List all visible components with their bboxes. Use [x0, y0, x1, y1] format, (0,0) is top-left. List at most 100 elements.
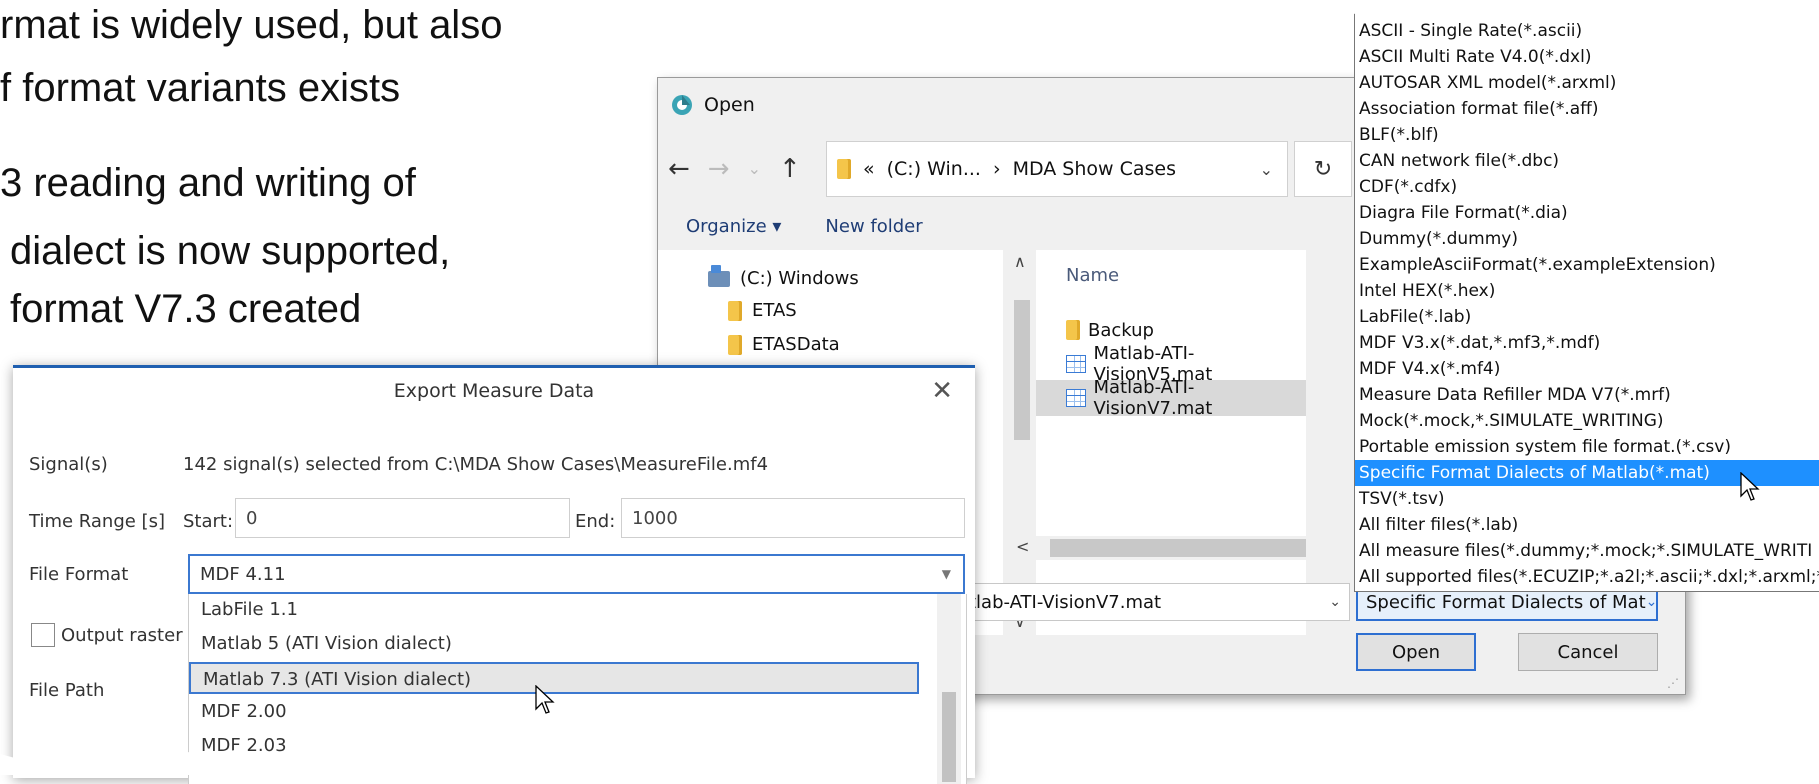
end-input[interactable]: 1000 — [621, 498, 965, 538]
filter-option[interactable]: Mock(*.mock,*.SIMULATE_WRITING) — [1355, 408, 1819, 434]
refresh-icon: ↻ — [1313, 156, 1333, 182]
file-name: Backup — [1088, 319, 1154, 341]
filter-option[interactable]: CDF(*.cdfx) — [1355, 174, 1819, 200]
nav-item-etas[interactable]: ETAS — [728, 300, 797, 321]
address-overflow[interactable]: « — [863, 158, 875, 180]
format-option-labfile[interactable]: LabFile 1.1 — [189, 594, 919, 626]
open-dialog-titlebar: Open — [670, 90, 755, 120]
filter-option[interactable]: ASCII Multi Rate V4.0(*.dxl) — [1355, 44, 1819, 70]
file-format-label: File Format — [29, 564, 129, 585]
nav-pane-scrollbar[interactable]: ∧ ∨ — [1010, 250, 1034, 635]
open-button[interactable]: Open — [1356, 633, 1476, 671]
file-row-v7[interactable]: Matlab-ATI-VisionV7.mat — [1036, 377, 1306, 419]
file-type-value: Specific Format Dialects of Mat — [1366, 591, 1646, 613]
end-value: 1000 — [632, 507, 678, 529]
slide-text-line-2: f format variants exists — [0, 66, 401, 110]
slide-text-line-4: dialect is now supported, — [10, 229, 451, 273]
start-value: 0 — [246, 507, 258, 529]
drive-icon — [708, 264, 730, 287]
filename-value: tlab-ATI-VisionV7.mat — [969, 591, 1162, 613]
slide-text-line-5: format V7.3 created — [10, 287, 362, 331]
up-arrow-icon[interactable]: ↑ — [779, 156, 801, 182]
forward-arrow-icon[interactable]: → — [708, 156, 730, 182]
filter-option[interactable]: ExampleAsciiFormat(*.exampleExtension) — [1355, 252, 1819, 278]
mat-file-icon — [1066, 355, 1086, 373]
filter-option[interactable]: MDF V4.x(*.mf4) — [1355, 356, 1819, 382]
recent-locations-chevron-icon[interactable]: ⌄ — [748, 156, 761, 182]
format-option-matlab5[interactable]: Matlab 5 (ATI Vision dialect) — [189, 628, 919, 660]
column-header-name[interactable]: Name — [1036, 250, 1306, 300]
nav-item-etasdata[interactable]: ETASData — [728, 334, 840, 355]
output-raster-checkbox[interactable] — [31, 623, 55, 647]
signals-value: 142 signal(s) selected from C:\MDA Show … — [183, 454, 769, 475]
refresh-button[interactable]: ↻ — [1294, 141, 1352, 197]
file-list-pane — [1036, 250, 1306, 635]
start-input[interactable]: 0 — [235, 498, 570, 538]
breadcrumb-folder[interactable]: MDA Show Cases — [1013, 158, 1176, 180]
command-bar: Organize ▾ New folder — [686, 206, 923, 246]
filter-option[interactable]: Dummy(*.dummy) — [1355, 226, 1819, 252]
export-dialog-title: Export Measure Data — [393, 380, 595, 402]
breadcrumb-drive[interactable]: (C:) Win... — [887, 158, 981, 180]
nav-item-windows-drive[interactable]: (C:) Windows — [708, 264, 859, 289]
nav-item-label: ETAS — [752, 300, 797, 321]
filter-option[interactable]: AUTOSAR XML model(*.arxml) — [1355, 70, 1819, 96]
mouse-cursor-icon — [535, 685, 555, 714]
cancel-button[interactable]: Cancel — [1518, 633, 1658, 671]
filter-option[interactable]: Portable emission system file format.(*.… — [1355, 434, 1819, 460]
address-bar[interactable]: « (C:) Win... › MDA Show Cases ⌄ — [826, 141, 1288, 197]
file-name: Matlab-ATI-VisionV7.mat — [1093, 377, 1213, 419]
slide-text-line-1: rmat is widely used, but also — [0, 3, 503, 47]
back-arrow-icon[interactable]: ← — [668, 156, 690, 182]
folder-icon — [728, 300, 742, 321]
file-path-label: File Path — [29, 680, 105, 701]
filter-option[interactable]: Association format file(*.aff) — [1355, 96, 1819, 122]
folder-icon — [837, 159, 851, 179]
end-label: End: — [575, 511, 616, 532]
filter-option[interactable]: All supported files(*.ECUZIP;*.a2l;*.asc… — [1355, 564, 1819, 590]
app-icon — [672, 95, 692, 115]
filename-input[interactable]: tlab-ATI-VisionV7.mat ⌄ — [958, 583, 1350, 621]
scroll-left-icon[interactable]: < — [1016, 537, 1029, 556]
filename-dropdown-icon[interactable]: ⌄ — [1329, 594, 1341, 610]
filter-option[interactable]: All measure files(*.dummy;*.mock;*.SIMUL… — [1355, 538, 1819, 564]
slide-text-line-3: 3 reading and writing of — [0, 161, 416, 205]
close-icon[interactable]: ✕ — [931, 376, 953, 406]
file-list-hscrollbar[interactable]: < — [1010, 536, 1306, 560]
start-label: Start: — [183, 511, 234, 532]
chevron-down-icon: ⌄ — [1645, 594, 1658, 610]
folder-icon — [1066, 320, 1080, 340]
time-range-label: Time Range [s] — [29, 511, 165, 532]
filter-option[interactable]: Intel HEX(*.hex) — [1355, 278, 1819, 304]
torn-edge-decoration-top — [1354, 0, 1819, 18]
signals-label: Signal(s) — [29, 454, 108, 475]
file-format-select[interactable]: MDF 4.11 ▼ — [188, 554, 965, 594]
filter-option[interactable]: BLF(*.blf) — [1355, 122, 1819, 148]
chevron-down-icon: ▼ — [941, 567, 951, 581]
export-measure-data-dialog: Export Measure Data ✕ Signal(s) 142 sign… — [13, 365, 975, 784]
filter-option[interactable]: CAN network file(*.dbc) — [1355, 148, 1819, 174]
filter-option[interactable]: Measure Data Refiller MDA V7(*.mrf) — [1355, 382, 1819, 408]
filter-option[interactable]: MDF V3.x(*.dat,*.mf3,*.mdf) — [1355, 330, 1819, 356]
address-dropdown-icon[interactable]: ⌄ — [1260, 160, 1273, 179]
organize-button[interactable]: Organize ▾ — [686, 216, 781, 237]
scrollbar-thumb[interactable] — [1014, 300, 1030, 440]
nav-item-label: ETASData — [752, 334, 840, 355]
torn-edge-decoration — [0, 746, 930, 775]
file-format-value: MDF 4.11 — [200, 563, 286, 585]
breadcrumb-separator-icon: › — [992, 158, 1001, 180]
file-type-dropdown-list: ASCII - Single Rate(*.ascii) ASCII Multi … — [1354, 10, 1819, 592]
resize-grip-icon[interactable]: ⋰ — [1667, 676, 1679, 690]
mat-file-icon — [1066, 389, 1086, 407]
filter-option[interactable]: Diagra File Format(*.dia) — [1355, 200, 1819, 226]
scrollbar-thumb[interactable] — [1050, 539, 1306, 557]
filter-option[interactable]: LabFile(*.lab) — [1355, 304, 1819, 330]
nav-item-label: (C:) Windows — [740, 268, 859, 289]
open-dialog-title: Open — [704, 94, 755, 116]
navigation-buttons: ← → ⌄ ↑ — [668, 144, 801, 194]
new-folder-button[interactable]: New folder — [825, 216, 922, 237]
scroll-up-icon[interactable]: ∧ — [1014, 252, 1026, 271]
mouse-cursor-icon — [1740, 472, 1760, 501]
output-raster-label[interactable]: Output raster — [61, 625, 183, 646]
filter-option[interactable]: All filter files(*.lab) — [1355, 512, 1819, 538]
